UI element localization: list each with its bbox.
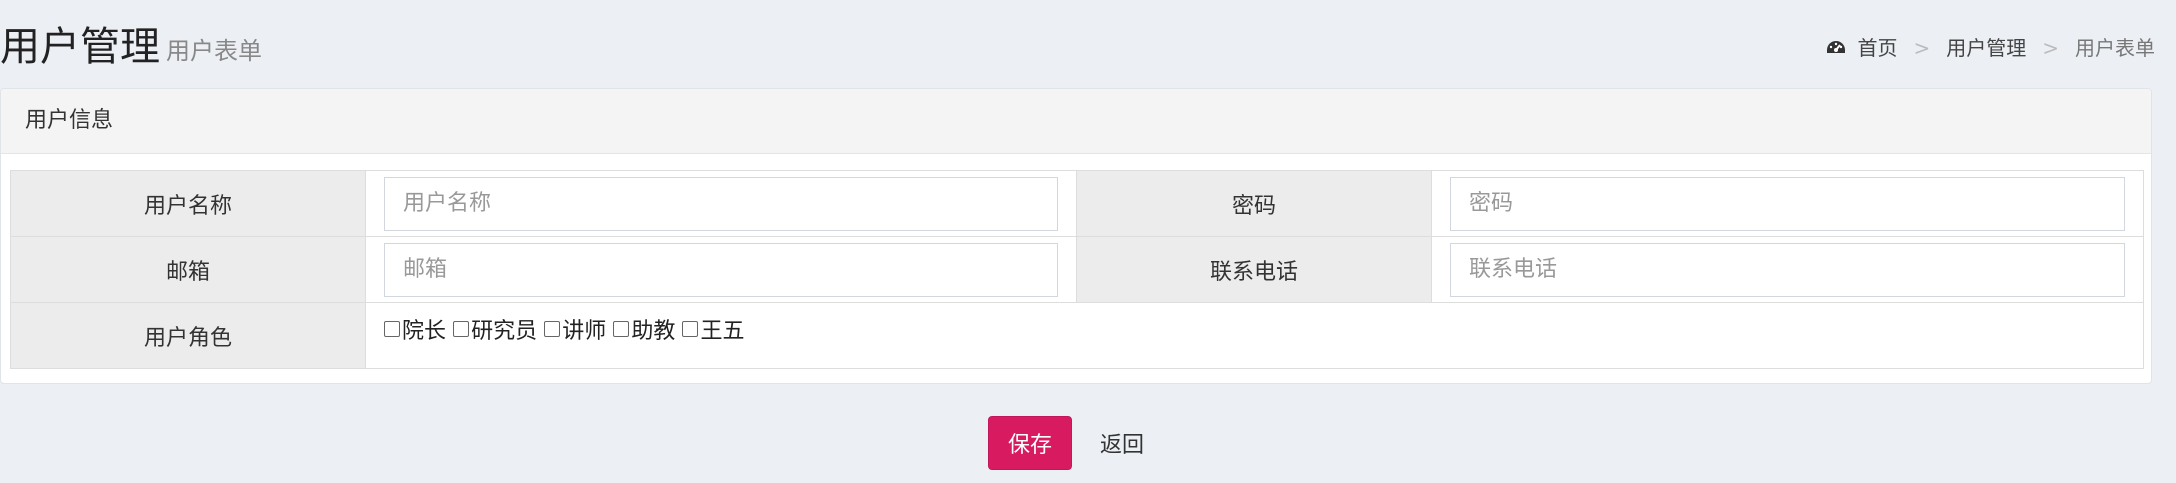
username-cell xyxy=(365,170,1077,237)
save-button[interactable]: 保存 xyxy=(988,416,1072,470)
password-input[interactable] xyxy=(1450,176,2125,231)
roles-cell: 院长 研究员 讲师 助教 王五 xyxy=(365,302,2144,369)
form-row-roles: 用户角色 院长 研究员 讲师 助教 王五 xyxy=(10,302,2144,369)
role-option-lecturer[interactable]: 讲师 xyxy=(544,313,606,345)
page-title: 用户管理 xyxy=(0,24,160,70)
dashboard-icon xyxy=(1827,41,1846,53)
role-option-researcher[interactable]: 研究员 xyxy=(453,313,537,345)
page-subtitle: 用户表单 xyxy=(166,37,262,65)
role-label: 王五 xyxy=(700,319,745,344)
page-header: 用户管理 用户表单 首页 > 用户管理 > 用户表单 xyxy=(0,0,2160,88)
breadcrumb-user-management-link[interactable]: 用户管理 xyxy=(1946,34,2026,62)
password-label: 密码 xyxy=(1076,170,1432,237)
email-cell xyxy=(365,236,1077,303)
email-label: 邮箱 xyxy=(10,236,366,303)
breadcrumb: 首页 > 用户管理 > 用户表单 xyxy=(1825,34,2155,62)
role-checkbox[interactable] xyxy=(682,321,699,337)
form-row-username-password: 用户名称 密码 xyxy=(10,170,2144,237)
roles-label: 用户角色 xyxy=(10,302,366,369)
breadcrumb-current: 用户表单 xyxy=(2075,36,2155,60)
role-checkbox[interactable] xyxy=(453,321,470,337)
panel-header: 用户信息 xyxy=(1,89,2151,154)
email-input[interactable] xyxy=(384,242,1058,297)
phone-cell xyxy=(1431,236,2144,303)
role-option-wangwu[interactable]: 王五 xyxy=(682,313,744,345)
breadcrumb-separator: > xyxy=(2042,36,2059,60)
breadcrumb-separator: > xyxy=(1913,36,1931,60)
user-form-table: 用户名称 密码 邮箱 联系电话 用户角色 院长 xyxy=(10,170,2144,369)
user-info-panel: 用户信息 用户名称 密码 邮箱 联系电话 xyxy=(0,88,2152,384)
username-label: 用户名称 xyxy=(10,170,366,237)
role-label: 研究员 xyxy=(471,319,538,344)
role-checkbox[interactable] xyxy=(613,321,630,337)
breadcrumb-home-link[interactable]: 首页 xyxy=(1857,34,1897,62)
role-label: 助教 xyxy=(631,319,676,344)
password-cell xyxy=(1431,170,2144,237)
form-actions: 保存 返回 xyxy=(988,416,1158,470)
phone-input[interactable] xyxy=(1450,242,2125,297)
panel-title: 用户信息 xyxy=(25,108,114,133)
role-option-assistant[interactable]: 助教 xyxy=(613,313,675,345)
phone-label: 联系电话 xyxy=(1076,236,1432,303)
role-checkbox[interactable] xyxy=(544,321,561,337)
role-option-dean[interactable]: 院长 xyxy=(384,313,446,345)
form-row-email-phone: 邮箱 联系电话 xyxy=(10,236,2144,303)
back-button[interactable]: 返回 xyxy=(1086,416,1158,470)
role-label: 讲师 xyxy=(562,319,607,344)
role-label: 院长 xyxy=(402,319,447,344)
role-checkbox[interactable] xyxy=(384,321,400,337)
username-input[interactable] xyxy=(384,176,1058,231)
